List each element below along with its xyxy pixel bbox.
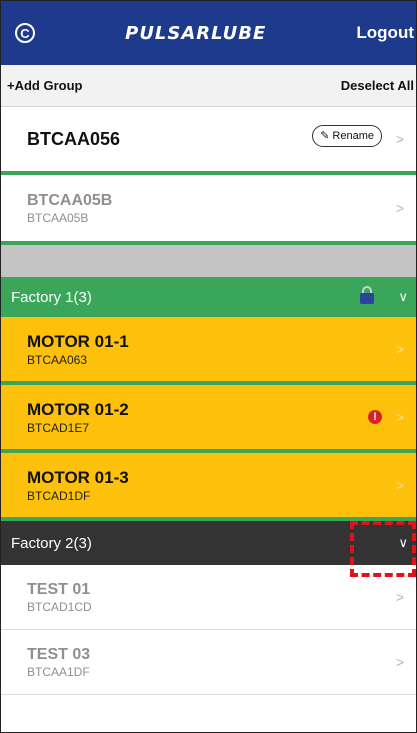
chevron-right-icon: > — [395, 409, 404, 425]
group-title: BTCAA056 — [27, 128, 121, 149]
device-name: MOTOR 01-3 — [27, 467, 129, 487]
device-id: BTCAA05B — [27, 210, 89, 225]
chevron-down-icon[interactable]: ∨ — [398, 289, 408, 305]
device-id: BTCAD1CD — [27, 599, 92, 614]
logout-button[interactable]: Logout — [356, 23, 414, 43]
device-name: TEST 01 — [27, 580, 91, 598]
device-row-motor-01-3[interactable]: MOTOR 01-3 BTCAD1DF > — [1, 453, 416, 517]
chevron-right-icon: > — [395, 341, 404, 357]
add-group-button[interactable]: +Add Group — [7, 78, 82, 93]
device-id: BTCAA063 — [27, 352, 88, 367]
device-name: MOTOR 01-2 — [27, 399, 129, 419]
section-spacer — [1, 245, 416, 277]
factory-2-title: Factory 2(3) — [11, 534, 92, 552]
device-row-btcaa05b[interactable]: BTCAA05B BTCAA05B > — [1, 175, 416, 241]
device-id: BTCAD1E7 — [27, 420, 90, 435]
app-screen: C PULSARLUBE Logout +Add Group Deselect … — [0, 0, 417, 733]
refresh-c-icon[interactable]: C — [15, 23, 35, 43]
app-logo: PULSARLUBE — [125, 22, 267, 44]
device-row-motor-01-1[interactable]: MOTOR 01-1 BTCAA063 > — [1, 317, 416, 381]
device-name: BTCAA05B — [27, 191, 113, 209]
group-row-btcaa056[interactable]: BTCAA056 ✎ Rename > — [1, 107, 416, 171]
device-id: BTCAD1DF — [27, 488, 91, 503]
alert-icon: ! — [368, 410, 382, 424]
top-bar: C PULSARLUBE Logout — [1, 1, 416, 65]
factory-1-header[interactable]: Factory 1(3) ∨ — [1, 277, 416, 317]
rename-button[interactable]: ✎ Rename — [312, 125, 382, 147]
factory-1-title: Factory 1(3) — [11, 288, 92, 306]
device-row-test-01[interactable]: TEST 01 BTCAD1CD > — [1, 565, 416, 629]
device-row-test-03[interactable]: TEST 03 BTCAA1DF > — [1, 630, 416, 694]
lock-icon[interactable] — [360, 286, 374, 304]
device-id: BTCAA1DF — [27, 664, 90, 679]
chevron-right-icon: > — [395, 200, 404, 216]
chevron-right-icon: > — [395, 477, 404, 493]
rename-label: Rename — [332, 130, 374, 142]
chevron-right-icon: > — [395, 131, 404, 147]
device-name: MOTOR 01-1 — [27, 331, 129, 351]
pencil-icon: ✎ — [320, 130, 330, 142]
action-bar: +Add Group Deselect All — [1, 65, 416, 107]
chevron-right-icon: > — [395, 589, 404, 605]
row-divider — [1, 694, 416, 695]
chevron-right-icon: > — [395, 654, 404, 670]
deselect-all-button[interactable]: Deselect All — [341, 78, 414, 93]
device-name: TEST 03 — [27, 645, 91, 663]
device-row-motor-01-2[interactable]: MOTOR 01-2 BTCAD1E7 ! > — [1, 385, 416, 449]
